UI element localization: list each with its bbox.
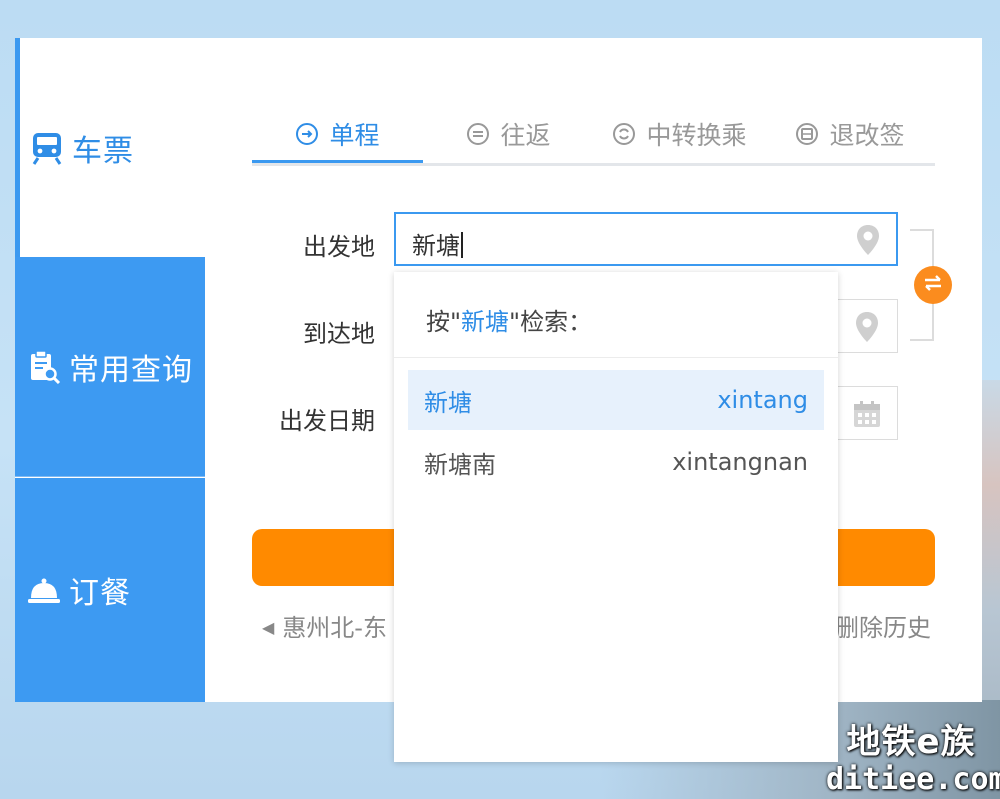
sidebar: 车票 常用查询 订餐 [15,38,205,702]
watermark-line-2: ditiee.com [826,762,1000,797]
tab-one-way[interactable]: 单程 [252,108,423,160]
sidebar-item-common-query[interactable]: 常用查询 [15,257,205,477]
suggestion-pinyin: xintang [717,386,808,414]
from-station-value: 新塘 [412,226,463,261]
from-station-input[interactable]: 新塘 [394,212,898,266]
swap-arrows-icon [921,271,945,299]
tab-refund-change[interactable]: 退改签 [765,108,935,160]
suggestion-name: 新塘 [424,388,472,417]
tab-label: 退改签 [829,121,905,150]
watermark: 地铁e族 ditiee.com [826,722,1000,798]
sidebar-item-label: 车票 [72,133,134,169]
food-cloche-icon [27,573,61,607]
history-item[interactable]: ◀ 惠州北-东 [262,608,387,643]
clipboard-search-icon [27,349,61,384]
transfer-circle-icon [612,122,636,146]
station-suggestion-dropdown: 按"新塘"检索： 新塘 xintang 新塘南 xintangnan [394,272,838,762]
suggestion-pinyin: xintangnan [672,448,808,476]
arrow-right-circle-icon [295,122,319,146]
tab-label: 单程 [329,121,380,150]
suggestion-item[interactable]: 新塘南 xintangnan [408,432,824,492]
watermark-line-1: 地铁e族 [846,722,976,762]
sidebar-item-tickets[interactable]: 车票 [15,38,205,257]
calendar-icon [852,399,882,429]
location-pin-icon [854,311,880,343]
active-tab-indicator [252,160,423,163]
trip-type-tabs: 单程 往返 中转换乘 退改签 [252,108,935,166]
to-label: 到达地 [303,320,375,348]
tab-label: 中转换乘 [646,121,747,150]
search-keyword: 新塘 [461,308,510,336]
tab-transfer[interactable]: 中转换乘 [594,108,765,160]
dropdown-header: 按"新塘"检索： [394,272,838,358]
location-pin-icon [855,224,881,256]
train-icon [30,131,64,165]
text-caret [461,232,463,258]
left-arrow-icon: ◀ [262,618,275,637]
sidebar-item-label: 订餐 [69,576,131,611]
delete-history-link[interactable]: 删除历史 [835,608,931,643]
sidebar-item-label: 常用查询 [69,352,193,388]
date-label: 出发日期 [279,407,375,435]
from-label: 出发地 [303,233,375,261]
sidebar-item-meal-order[interactable]: 订餐 [15,478,205,702]
history-item-label: 惠州北-东 [282,614,387,642]
suggestion-name: 新塘南 [424,450,496,479]
tab-round-trip[interactable]: 往返 [423,108,594,160]
tab-label: 往返 [500,121,551,150]
ticket-circle-icon [795,122,819,146]
suggestion-item[interactable]: 新塘 xintang [408,370,824,430]
swap-stations-button[interactable] [914,266,952,304]
equals-circle-icon [466,122,490,146]
